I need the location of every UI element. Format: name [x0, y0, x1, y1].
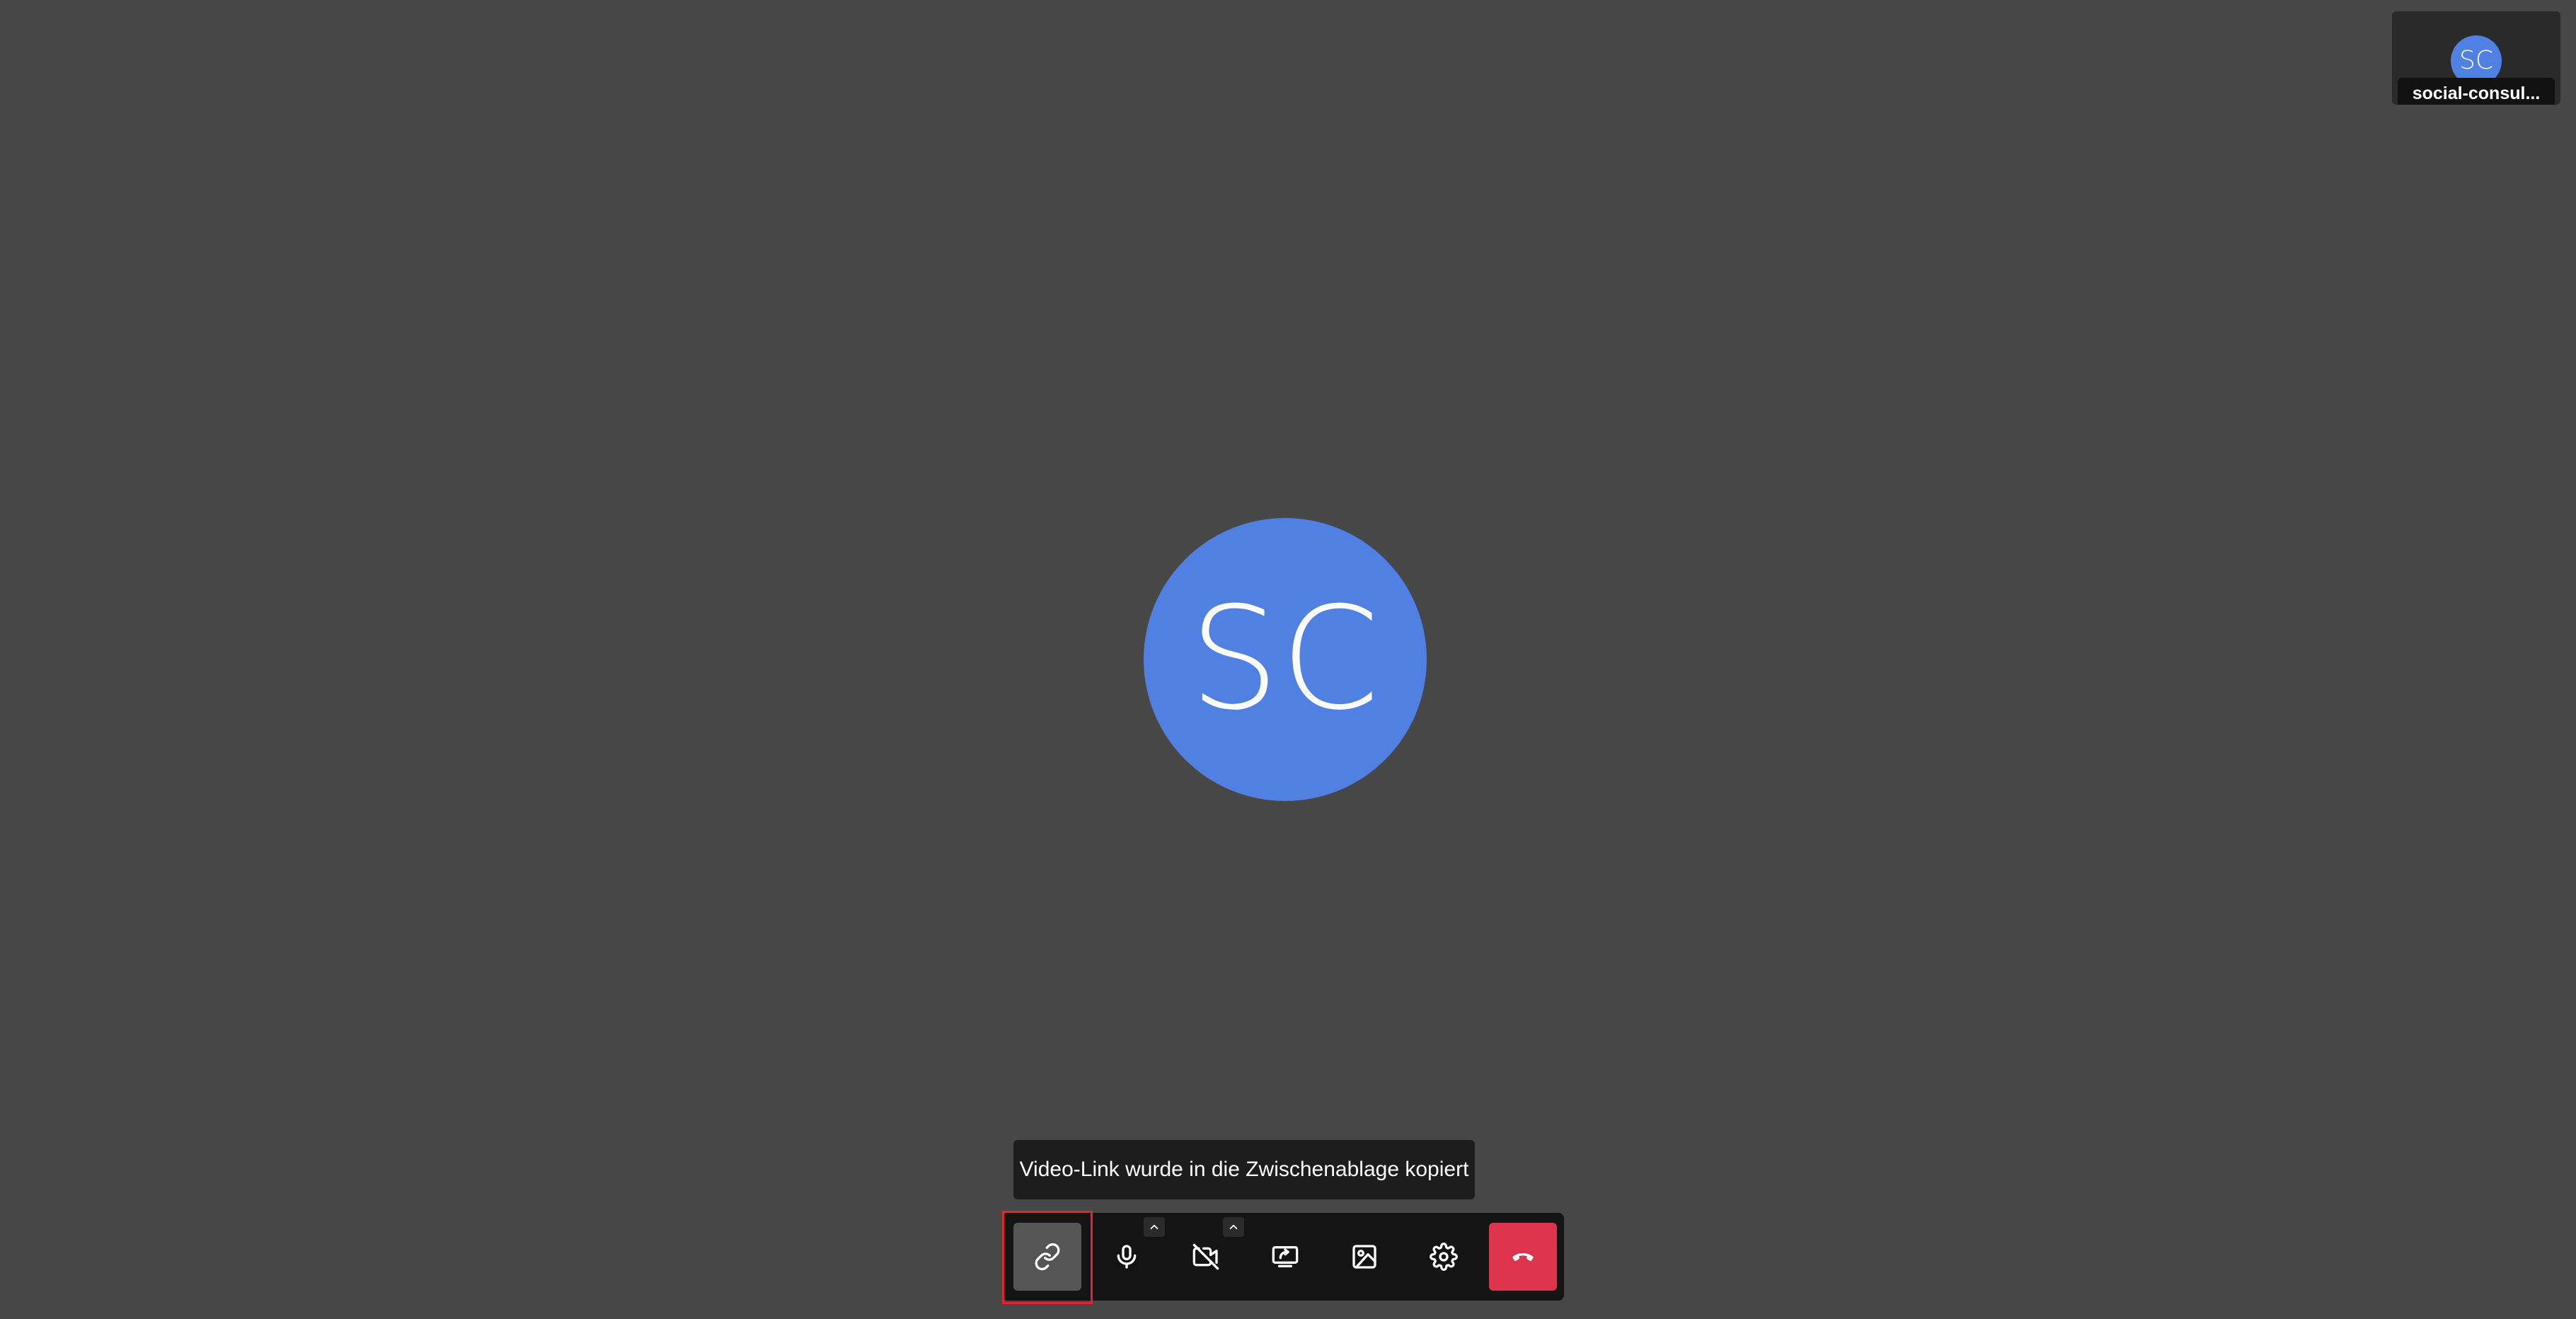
microphone-icon	[1117, 1245, 1137, 1269]
microphone-options-caret[interactable]	[1144, 1217, 1165, 1237]
camera-off-icon	[1192, 1243, 1219, 1270]
chevron-up-icon	[1150, 1224, 1158, 1230]
chevron-up-icon	[1229, 1224, 1238, 1230]
image-icon	[1352, 1245, 1376, 1269]
self-view-thumbnail[interactable]: SC social-consul...	[2392, 11, 2560, 105]
copy-link-button[interactable]	[1013, 1223, 1081, 1291]
screen-share-button[interactable]	[1251, 1223, 1319, 1291]
self-name-tag: social-consul...	[2398, 78, 2555, 105]
phone-hangup-icon	[1512, 1253, 1534, 1261]
link-icon	[1035, 1243, 1060, 1271]
video-call-stage: SC SC social-consul... Video-Link wurde …	[0, 0, 2576, 1319]
call-toolbar	[1002, 1213, 1564, 1301]
background-button[interactable]	[1330, 1223, 1398, 1291]
copy-link-tooltip: Video-Link wurde in die Zwischenablage k…	[1013, 1140, 1475, 1199]
camera-options-caret[interactable]	[1223, 1217, 1244, 1237]
gear-icon	[1430, 1243, 1458, 1271]
participant-initials: SC	[1189, 577, 1381, 742]
hang-up-button[interactable]	[1489, 1223, 1557, 1291]
screen-share-icon	[1272, 1246, 1299, 1267]
participant-avatar: SC	[1144, 518, 1427, 801]
self-initials: SC	[2459, 46, 2493, 75]
settings-button[interactable]	[1410, 1223, 1478, 1291]
